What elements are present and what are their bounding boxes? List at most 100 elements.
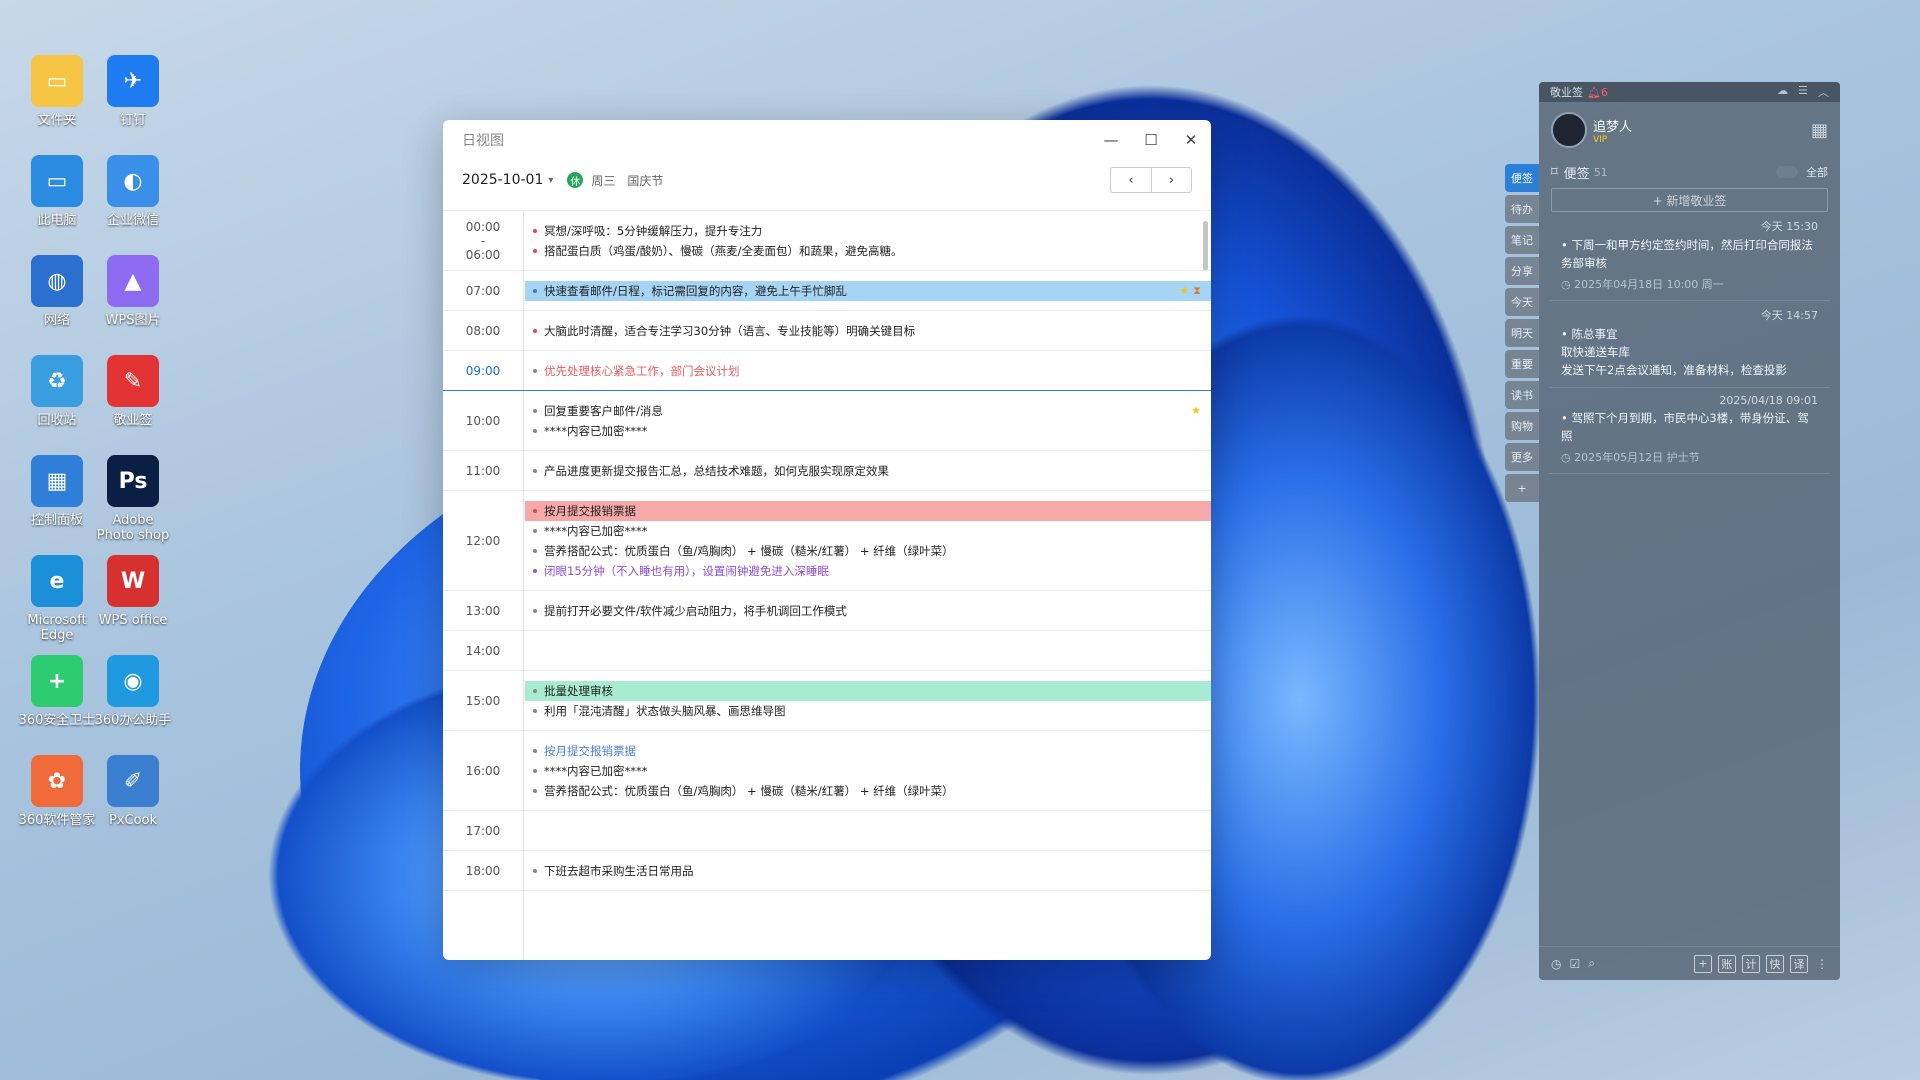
event-item[interactable]: 冥想/深呼吸：5分钟缓解压力，提升专注力 xyxy=(525,221,1211,241)
desktop-icon-360-office[interactable]: ◉ 360办公助手 xyxy=(88,655,178,728)
desktop-icon-jingyeqian[interactable]: ✎ 敬业签 xyxy=(88,355,178,428)
event-text: ****内容已加密**** xyxy=(544,424,648,438)
tab-category[interactable]: 今天 xyxy=(1505,288,1539,316)
timeline-row[interactable]: 00:00-06:00 冥想/深呼吸：5分钟缓解压力，提升专注力 搭配蛋白质（鸡蛋/… xyxy=(443,211,1211,271)
desktop-icon-pxcook[interactable]: ✐ PxCook xyxy=(88,755,178,828)
desktop-icon-wps-picture[interactable]: ▲ WPS图片 xyxy=(88,255,178,328)
chevron-down-icon[interactable]: ▾ xyxy=(548,175,553,186)
tab-category[interactable]: 分享 xyxy=(1505,257,1539,285)
show-toggle[interactable] xyxy=(1776,166,1798,178)
event-text: 产品进度更新提交报告汇总，总结技术难题，如何克服实现原定效果 xyxy=(544,464,889,478)
time-label: 14:00 xyxy=(465,644,501,658)
tab-category[interactable]: 读书 xyxy=(1505,381,1539,409)
calendar-icon[interactable]: ▦ xyxy=(1811,120,1828,141)
event-item[interactable]: 闭眼15分钟（不入睡也有用），设置闹钟避免进入深睡眠 xyxy=(525,561,1211,581)
timeline-row[interactable]: 11:00 产品进度更新提交报告汇总，总结技术难题，如何克服实现原定效果 xyxy=(443,451,1211,491)
photoshop-icon: Ps xyxy=(107,455,159,507)
event-text: 闭眼15分钟（不入睡也有用），设置闹钟避免进入深睡眠 xyxy=(544,564,829,578)
event-dot xyxy=(533,789,537,793)
timeline-row[interactable]: 08:00 大脑此时清醒，适合专注学习30分钟（语言、专业技能等）明确关键目标 xyxy=(443,311,1211,351)
new-note-button[interactable]: + 新增敬业签 xyxy=(1551,188,1828,212)
timeline-row[interactable]: 16:00 按月提交报销票据 ****内容已加密**** 营养搭配公式：优质蛋白（鱼/… xyxy=(443,731,1211,811)
tab-category[interactable]: 笔记 xyxy=(1505,226,1539,254)
desktop-icon-wps-office[interactable]: W WPS office xyxy=(88,555,178,628)
timeline-row[interactable]: 07:00 快速查看邮件/日程，标记需回复的内容，避免上午手忙脚乱 ★ ⧗ xyxy=(443,271,1211,311)
tab-category[interactable]: + xyxy=(1505,474,1539,502)
panel-titlebar[interactable]: 敬业签 🔔︎6 ☁ ☰ ︿ xyxy=(1539,82,1840,102)
tool-button[interactable]: 译 xyxy=(1790,954,1808,973)
event-text: 营养搭配公式：优质蛋白（鱼/鸡胸肉） + 慢碳（糙米/红薯） + 纤维（绿叶菜） xyxy=(544,544,954,558)
event-item[interactable]: 批量处理审核 xyxy=(525,681,1211,701)
date-picker[interactable]: 2025-10-01 xyxy=(462,172,543,188)
more-icon[interactable]: ⋮ xyxy=(1816,957,1828,971)
event-item[interactable]: 按月提交报销票据 xyxy=(525,501,1211,521)
menu-icon[interactable]: ☰ xyxy=(1798,84,1808,100)
filter-dropdown[interactable]: 全部 xyxy=(1806,164,1828,180)
desktop-icon-photoshop[interactable]: Ps Adobe Photo shop xyxy=(88,455,178,543)
timeline-row[interactable]: 13:00 提前打开必要文件/软件减少启动阻力，将手机调回工作模式 xyxy=(443,591,1211,631)
event-item[interactable]: ****内容已加密**** xyxy=(525,761,1211,781)
day-timeline[interactable]: 00:00-06:00 冥想/深呼吸：5分钟缓解压力，提升专注力 搭配蛋白质（鸡蛋/… xyxy=(443,210,1211,960)
tool-button[interactable]: 计 xyxy=(1742,954,1760,973)
clock-icon[interactable]: ◷ xyxy=(1551,957,1561,971)
timeline-row[interactable]: 14:00 xyxy=(443,631,1211,671)
event-item[interactable]: ****内容已加密**** xyxy=(525,421,1211,441)
timeline-row[interactable]: 18:00 下班去超市采购生活日常用品 xyxy=(443,851,1211,891)
event-item[interactable]: 按月提交报销票据 xyxy=(525,741,1211,761)
event-item[interactable]: 下班去超市采购生活日常用品 xyxy=(525,861,1211,881)
event-item[interactable]: 营养搭配公式：优质蛋白（鱼/鸡胸肉） + 慢碳（糙米/红薯） + 纤维（绿叶菜） xyxy=(525,781,1211,801)
event-item[interactable]: 营养搭配公式：优质蛋白（鱼/鸡胸肉） + 慢碳（糙米/红薯） + 纤维（绿叶菜） xyxy=(525,541,1211,561)
tab-category[interactable]: 明天 xyxy=(1505,319,1539,347)
cloud-sync-icon[interactable]: ☁ xyxy=(1777,84,1788,100)
desktop-icon-label: 敬业签 xyxy=(113,413,153,428)
tab-category[interactable]: 重要 xyxy=(1505,350,1539,378)
time-label: 10:00 xyxy=(465,414,501,428)
event-item[interactable]: 提前打开必要文件/软件减少启动阻力，将手机调回工作模式 xyxy=(525,601,1211,621)
window-titlebar[interactable]: 日视图 — ☐ ✕ xyxy=(443,120,1211,160)
close-button[interactable]: ✕ xyxy=(1171,120,1211,160)
time-label: 13:00 xyxy=(465,604,501,618)
note-item[interactable]: 今天 15:30 • 下周一和甲方约定签约时间，然后打印合同报法务部审核 ◷ 202… xyxy=(1549,212,1830,301)
event-item[interactable]: 回复重要客户邮件/消息 ★ xyxy=(525,401,1211,421)
avatar[interactable] xyxy=(1551,112,1587,148)
desktop-icon-wecom[interactable]: ◐ 企业微信 xyxy=(88,155,178,228)
bell-icon[interactable]: 🔔︎6 xyxy=(1587,86,1608,99)
star-icon[interactable]: ★ xyxy=(1179,284,1189,298)
tab-category[interactable]: 更多 xyxy=(1505,443,1539,471)
hourglass-icon[interactable]: ⧗ xyxy=(1193,284,1201,298)
star-icon[interactable]: ★ xyxy=(1191,404,1201,417)
timeline-row[interactable]: 15:00 批量处理审核 利用「混沌清醒」状态做头脑风暴、画思维导图 xyxy=(443,671,1211,731)
timeline-row[interactable]: 09:00 优先处理核心紧急工作，部门会议计划 xyxy=(443,351,1211,391)
event-item[interactable]: 产品进度更新提交报告汇总，总结技术难题，如何克服实现原定效果 xyxy=(525,461,1211,481)
add-icon[interactable]: + xyxy=(1694,954,1712,973)
desktop-icon-dingtalk[interactable]: ✈ 钉钉 xyxy=(88,55,178,128)
tab-category[interactable]: 购物 xyxy=(1505,412,1539,440)
timeline-row[interactable]: 17:00 xyxy=(443,811,1211,851)
next-day-button[interactable]: › xyxy=(1151,168,1191,192)
edge-icon: e xyxy=(31,555,83,607)
tab-category[interactable]: 待办 xyxy=(1505,195,1539,223)
maximize-button[interactable]: ☐ xyxy=(1131,120,1171,160)
checklist-icon[interactable]: ☑ xyxy=(1569,957,1580,971)
tab-category[interactable]: 便签 xyxy=(1505,164,1539,192)
prev-day-button[interactable]: ‹ xyxy=(1111,168,1151,192)
event-item[interactable]: 快速查看邮件/日程，标记需回复的内容，避免上午手忙脚乱 ★ ⧗ xyxy=(525,281,1211,301)
timeline-row[interactable]: 12:00 按月提交报销票据 ****内容已加密**** 营养搭配公式：优质蛋白（鱼/… xyxy=(443,491,1211,591)
timeline-row[interactable]: 10:00 回复重要客户邮件/消息 ★ ****内容已加密**** xyxy=(443,391,1211,451)
event-item[interactable]: 大脑此时清醒，适合专注学习30分钟（语言、专业技能等）明确关键目标 xyxy=(525,321,1211,341)
event-item[interactable]: ****内容已加密**** xyxy=(525,521,1211,541)
minimize-button[interactable]: — xyxy=(1091,120,1131,160)
collapse-icon[interactable]: ︿ xyxy=(1818,84,1829,100)
event-dot xyxy=(533,869,537,873)
time-label: 16:00 xyxy=(465,764,501,778)
event-item[interactable]: 利用「混沌清醒」状态做头脑风暴、画思维导图 xyxy=(525,701,1211,721)
event-text: 按月提交报销票据 xyxy=(544,504,636,518)
event-item[interactable]: 搭配蛋白质（鸡蛋/酸奶）、慢碳（燕麦/全麦面包）和蔬果，避免高糖。 xyxy=(525,241,1211,261)
event-item[interactable]: 优先处理核心紧急工作，部门会议计划 xyxy=(525,361,1211,381)
tool-button[interactable]: 账 xyxy=(1718,954,1736,973)
search-icon[interactable]: ⌕ xyxy=(1588,956,1595,971)
tool-button[interactable]: 快 xyxy=(1766,954,1784,973)
note-item[interactable]: 今天 14:57 • 陈总事宜 取快递送车库 发送下午2点会议通知，准备材料，检查… xyxy=(1549,301,1830,388)
note-item[interactable]: 2025/04/18 09:01 • 驾照下个月到期，市民中心3楼，带身份证、驾照… xyxy=(1549,388,1830,474)
bookmark-icon: ⌑ xyxy=(1551,164,1558,180)
